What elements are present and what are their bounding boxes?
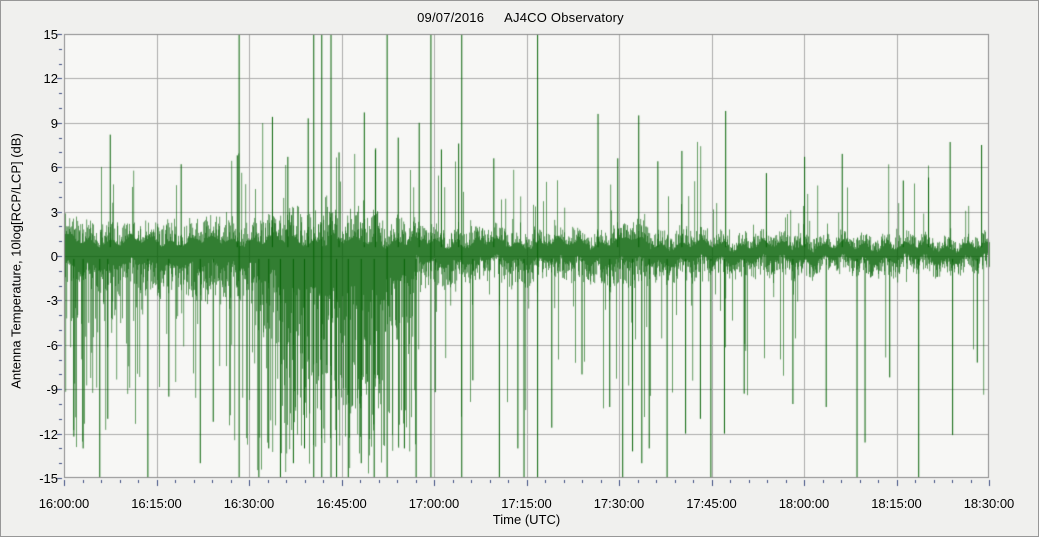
x-tick-label: 18:00:00: [778, 496, 830, 511]
x-tick-label: 17:30:00: [593, 496, 645, 511]
x-axis-title: Time (UTC): [492, 512, 561, 527]
y-tick-label: 6: [50, 160, 58, 176]
y-tick-label: 9: [50, 115, 58, 131]
signal-plot-canvas: [1, 1, 1038, 536]
x-tick-label: 18:30:00: [963, 496, 1015, 511]
y-tick-label: -3: [46, 293, 58, 309]
chart-date: 09/07/2016: [417, 10, 485, 25]
x-tick-label: 16:45:00: [316, 496, 367, 511]
chart-title: 09/07/2016 AJ4CO Observatory: [1, 10, 1038, 25]
strip-chart-window: 09/07/2016 AJ4CO Observatory Antenna Temp…: [0, 0, 1039, 537]
y-tick-label: -9: [46, 382, 58, 398]
y-tick-label: -15: [39, 471, 58, 486]
x-tick-label: 16:30:00: [223, 496, 275, 511]
x-tick-label: 17:45:00: [686, 496, 737, 511]
y-tick-label: 15: [43, 27, 58, 42]
x-tick-label: 16:15:00: [131, 496, 182, 511]
y-tick-label: 12: [43, 71, 58, 87]
y-tick-label: 3: [50, 204, 58, 220]
x-tick-label: 17:15:00: [501, 496, 552, 511]
x-tick-label: 17:00:00: [408, 496, 460, 511]
y-tick-label: 0: [50, 249, 58, 264]
x-tick-label: 16:00:00: [38, 496, 90, 511]
y-tick-label: -6: [46, 337, 58, 353]
observatory-name: AJ4CO Observatory: [504, 10, 624, 25]
y-tick-label: -12: [39, 426, 58, 442]
x-tick-label: 18:15:00: [871, 496, 922, 511]
